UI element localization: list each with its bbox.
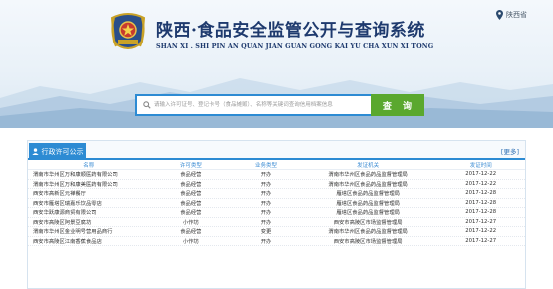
- cell-business-type: 开办: [260, 238, 272, 245]
- cell-permit-type: 食品经营: [180, 200, 202, 207]
- cell-name[interactable]: 渭南市华州区万和康美医药有限公司: [28, 180, 150, 188]
- page-subtitle-en: SHAN XI . SHI PIN AN QUAN JIAN GUAN GONG…: [156, 42, 434, 50]
- cell-name[interactable]: 西安市雁塔区瑞嘉乐饮品零店: [28, 199, 150, 207]
- cell-permit-type: 小作坊: [182, 238, 199, 245]
- table-row[interactable]: 渭南市华州区万和康美医药有限公司 食品经营 开办 渭南市华州区食品药品监督管理局…: [28, 180, 525, 189]
- cell-issue-date: 2017-12-28: [465, 190, 497, 197]
- search-input[interactable]: [154, 97, 371, 113]
- search-box: [135, 94, 371, 116]
- cell-name[interactable]: 西安华跃康源商贸有限公司: [28, 208, 150, 216]
- table-row[interactable]: 西安市高陵区阿景豆腐坊 小作坊 开办 西安市高陵区市场监督管理局 2017-12…: [28, 218, 525, 227]
- tab-administrative-permits[interactable]: 行政许可公示: [29, 143, 86, 160]
- cell-business-type: 变更: [260, 229, 272, 236]
- map-pin-icon: [496, 10, 503, 20]
- cell-issue-date: 2017-12-27: [465, 218, 497, 225]
- cell-business-type: 开办: [260, 172, 272, 179]
- panel-header: 行政许可公示 [更多]: [28, 141, 525, 160]
- cell-business-type: 开办: [260, 181, 272, 188]
- cell-issuing-authority: 雁塔区食品药品监督管理局: [336, 210, 400, 217]
- food-safety-emblem-icon: [110, 13, 146, 49]
- cell-permit-type: 食品经营: [180, 172, 202, 179]
- cell-issuing-authority: 渭南市华州区食品药品监督管理局: [328, 172, 408, 179]
- cell-name[interactable]: 渭南市华州区金业明号营用品商行: [28, 227, 150, 235]
- cell-issuing-authority: 西安市高陵区市场监督管理局: [333, 219, 403, 226]
- table-row[interactable]: 西安华跃康源商贸有限公司 食品经营 开办 雁塔区食品药品监督管理局 2017-1…: [28, 208, 525, 218]
- cell-business-type: 开办: [260, 219, 272, 226]
- cell-business-type: 开办: [260, 210, 272, 217]
- cell-issuing-authority: 雁塔区食品药品监督管理局: [336, 200, 400, 207]
- cell-issuing-authority: 渭南市华州区食品药品监督管理局: [328, 229, 408, 236]
- cell-business-type: 开办: [260, 200, 272, 207]
- more-link[interactable]: [更多]: [501, 146, 519, 156]
- cell-permit-type: 食品经营: [180, 229, 202, 236]
- cell-name[interactable]: 西安市高陵区阿景豆腐坊: [28, 218, 150, 226]
- cell-issue-date: 2017-12-27: [465, 237, 497, 244]
- location-label: 陕西省: [506, 11, 527, 19]
- search-icon: [143, 101, 151, 109]
- table-row[interactable]: 西安市高陵区江南香蕉食品店 小作坊 开办 西安市高陵区市场监督管理局 2017-…: [28, 237, 525, 246]
- column-header-issue-date: 发证时间: [469, 162, 492, 169]
- search-button[interactable]: 查 询: [371, 94, 424, 116]
- cell-permit-type: 食品经营: [180, 210, 202, 217]
- header-banner: 陕西省 陕西·食品安全监管公开与查询系统 SHAN XI . SHI PIN A…: [0, 0, 553, 128]
- cell-issuing-authority: 雁塔区食品药品监督管理局: [336, 191, 400, 198]
- table-row[interactable]: 西安市雁塔区瑞嘉乐饮品零店 食品经营 开办 雁塔区食品药品监督管理局 2017-…: [28, 199, 525, 208]
- column-header-issuing-authority: 发证机关: [357, 162, 380, 169]
- search-bar: 查 询: [135, 94, 424, 116]
- column-header-permit-type: 许可类型: [179, 162, 202, 169]
- table-body: 渭南市华州区万和康顺医药有限公司 食品经营 开办 渭南市华州区食品药品监督管理局…: [28, 170, 525, 246]
- page-title: 陕西·食品安全监管公开与查询系统: [156, 21, 425, 41]
- table-row[interactable]: 渭南市华州区万和康顺医药有限公司 食品经营 开办 渭南市华州区食品药品监督管理局…: [28, 170, 525, 180]
- cell-issuing-authority: 西安市高陵区市场监督管理局: [333, 238, 403, 245]
- permit-panel: 行政许可公示 [更多] 名称 许可类型 业务类型 发证机关 发证时间 渭南市华州…: [27, 140, 526, 289]
- cell-issuing-authority: 渭南市华州区食品药品监督管理局: [328, 181, 408, 188]
- column-header-name: 名称: [83, 162, 95, 169]
- table-row[interactable]: 渭南市华州区金业明号营用品商行 食品经营 变更 渭南市华州区食品药品监督管理局 …: [28, 227, 525, 237]
- cell-name[interactable]: 西安市高陵区江南香蕉食品店: [28, 237, 150, 245]
- table-header: 名称 许可类型 业务类型 发证机关 发证时间: [28, 160, 525, 170]
- location-selector[interactable]: 陕西省: [496, 9, 527, 21]
- cell-issue-date: 2017-12-28: [465, 199, 497, 206]
- column-header-business-type: 业务类型: [255, 162, 278, 169]
- cell-issue-date: 2017-12-22: [465, 171, 497, 178]
- cell-permit-type: 食品经营: [180, 181, 202, 188]
- cell-issue-date: 2017-12-22: [465, 228, 497, 235]
- cell-issue-date: 2017-12-22: [465, 180, 497, 187]
- cell-name[interactable]: 渭南市华州区万和康顺医药有限公司: [28, 170, 150, 178]
- cell-permit-type: 小作坊: [182, 219, 199, 226]
- cell-issue-date: 2017-12-28: [465, 209, 497, 216]
- tab-label: 行政许可公示: [41, 147, 84, 156]
- user-icon: [31, 148, 39, 155]
- cell-business-type: 开办: [260, 191, 272, 198]
- cell-permit-type: 食品经营: [180, 191, 202, 198]
- table-row[interactable]: 西安市高新区元禅餐厅 食品经营 开办 雁塔区食品药品监督管理局 2017-12-…: [28, 189, 525, 199]
- cell-name[interactable]: 西安市高新区元禅餐厅: [28, 189, 150, 197]
